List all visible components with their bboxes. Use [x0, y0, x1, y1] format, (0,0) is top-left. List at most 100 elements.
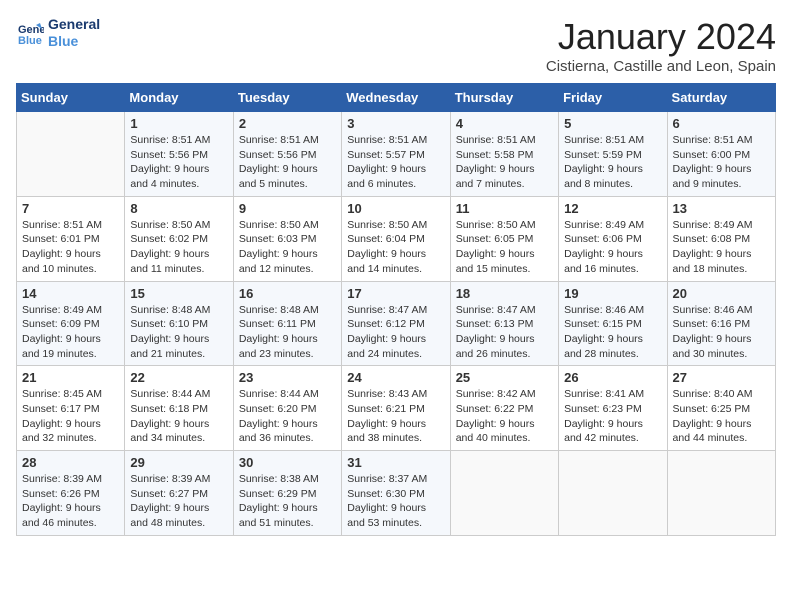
calendar-cell: 11 Sunrise: 8:50 AMSunset: 6:05 PMDayligh… [450, 196, 558, 281]
calendar-cell: 21 Sunrise: 8:45 AMSunset: 6:17 PMDayligh… [17, 366, 125, 451]
calendar-cell: 13Sunrise: 8:49 AMSunset: 6:08 PMDayligh… [667, 196, 775, 281]
calendar-cell: 30Sunrise: 8:38 AMSunset: 6:29 PMDayligh… [233, 451, 341, 536]
weekday-wednesday: Wednesday [342, 84, 450, 112]
calendar-cell: 15Sunrise: 8:48 AMSunset: 6:10 PMDayligh… [125, 281, 233, 366]
day-number: 20 [673, 286, 770, 301]
weekday-monday: Monday [125, 84, 233, 112]
calendar-cell: 6Sunrise: 8:51 AMSunset: 6:00 PMDaylight… [667, 112, 775, 197]
day-info: Sunrise: 8:43 AMSunset: 6:21 PMDaylight:… [347, 387, 444, 446]
day-number: 9 [239, 201, 336, 216]
calendar-week-3: 14 Sunrise: 8:49 AMSunset: 6:09 PMDayligh… [17, 281, 776, 366]
calendar-cell: 9 Sunrise: 8:50 AMSunset: 6:03 PMDaylight… [233, 196, 341, 281]
calendar-cell [559, 451, 667, 536]
day-number: 2 [239, 116, 336, 131]
day-info: Sunrise: 8:46 AMSunset: 6:16 PMDaylight:… [673, 303, 770, 362]
logo-text-blue: Blue [48, 33, 100, 50]
day-info: Sunrise: 8:42 AMSunset: 6:22 PMDaylight:… [456, 387, 553, 446]
calendar-cell: 8Sunrise: 8:50 AMSunset: 6:02 PMDaylight… [125, 196, 233, 281]
calendar-cell: 2 Sunrise: 8:51 AMSunset: 5:56 PMDaylight… [233, 112, 341, 197]
calendar-cell: 7Sunrise: 8:51 AMSunset: 6:01 PMDaylight… [17, 196, 125, 281]
day-info: Sunrise: 8:45 AMSunset: 6:17 PMDaylight:… [22, 387, 119, 446]
weekday-tuesday: Tuesday [233, 84, 341, 112]
calendar-title: January 2024 [546, 16, 776, 58]
calendar-week-2: 7Sunrise: 8:51 AMSunset: 6:01 PMDaylight… [17, 196, 776, 281]
day-number: 31 [347, 455, 444, 470]
day-info: Sunrise: 8:51 AMSunset: 5:56 PMDaylight:… [239, 133, 336, 192]
day-number: 27 [673, 370, 770, 385]
day-number: 15 [130, 286, 227, 301]
logo-icon: General Blue [16, 19, 44, 47]
day-info: Sunrise: 8:50 AMSunset: 6:03 PMDaylight:… [239, 218, 336, 277]
logo-text-general: General [48, 16, 100, 33]
calendar-cell: 14 Sunrise: 8:49 AMSunset: 6:09 PMDayligh… [17, 281, 125, 366]
day-number: 1 [130, 116, 227, 131]
calendar-cell: 24 Sunrise: 8:43 AMSunset: 6:21 PMDayligh… [342, 366, 450, 451]
day-info: Sunrise: 8:39 AMSunset: 6:27 PMDaylight:… [130, 472, 227, 531]
calendar-body: 1 Sunrise: 8:51 AMSunset: 5:56 PMDaylight… [17, 112, 776, 536]
calendar-cell: 25 Sunrise: 8:42 AMSunset: 6:22 PMDayligh… [450, 366, 558, 451]
calendar-cell [17, 112, 125, 197]
day-info: Sunrise: 8:48 AMSunset: 6:11 PMDaylight:… [239, 303, 336, 362]
calendar-cell: 10Sunrise: 8:50 AMSunset: 6:04 PMDayligh… [342, 196, 450, 281]
calendar-cell [450, 451, 558, 536]
day-number: 23 [239, 370, 336, 385]
calendar-cell: 28 Sunrise: 8:39 AMSunset: 6:26 PMDayligh… [17, 451, 125, 536]
day-number: 10 [347, 201, 444, 216]
day-number: 4 [456, 116, 553, 131]
day-number: 12 [564, 201, 661, 216]
day-number: 19 [564, 286, 661, 301]
day-number: 6 [673, 116, 770, 131]
day-number: 3 [347, 116, 444, 131]
day-number: 26 [564, 370, 661, 385]
calendar-cell: 27Sunrise: 8:40 AMSunset: 6:25 PMDayligh… [667, 366, 775, 451]
day-info: Sunrise: 8:51 AMSunset: 5:57 PMDaylight:… [347, 133, 444, 192]
day-info: Sunrise: 8:51 AMSunset: 5:56 PMDaylight:… [130, 133, 227, 192]
weekday-friday: Friday [559, 84, 667, 112]
day-number: 14 [22, 286, 119, 301]
calendar-week-1: 1 Sunrise: 8:51 AMSunset: 5:56 PMDaylight… [17, 112, 776, 197]
day-info: Sunrise: 8:47 AMSunset: 6:12 PMDaylight:… [347, 303, 444, 362]
day-number: 25 [456, 370, 553, 385]
weekday-thursday: Thursday [450, 84, 558, 112]
day-number: 30 [239, 455, 336, 470]
day-number: 24 [347, 370, 444, 385]
day-info: Sunrise: 8:50 AMSunset: 6:05 PMDaylight:… [456, 218, 553, 277]
calendar-cell: 4 Sunrise: 8:51 AMSunset: 5:58 PMDaylight… [450, 112, 558, 197]
svg-text:Blue: Blue [18, 35, 42, 47]
day-info: Sunrise: 8:51 AMSunset: 5:58 PMDaylight:… [456, 133, 553, 192]
calendar-cell: 12 Sunrise: 8:49 AMSunset: 6:06 PMDayligh… [559, 196, 667, 281]
day-info: Sunrise: 8:37 AMSunset: 6:30 PMDaylight:… [347, 472, 444, 531]
calendar-cell: 20 Sunrise: 8:46 AMSunset: 6:16 PMDayligh… [667, 281, 775, 366]
calendar-week-4: 21 Sunrise: 8:45 AMSunset: 6:17 PMDayligh… [17, 366, 776, 451]
calendar-cell: 16Sunrise: 8:48 AMSunset: 6:11 PMDayligh… [233, 281, 341, 366]
weekday-saturday: Saturday [667, 84, 775, 112]
day-number: 11 [456, 201, 553, 216]
calendar-cell: 19 Sunrise: 8:46 AMSunset: 6:15 PMDayligh… [559, 281, 667, 366]
title-area: January 2024 Cistierna, Castille and Leo… [546, 16, 776, 75]
calendar-cell: 3 Sunrise: 8:51 AMSunset: 5:57 PMDaylight… [342, 112, 450, 197]
day-number: 21 [22, 370, 119, 385]
day-info: Sunrise: 8:49 AMSunset: 6:06 PMDaylight:… [564, 218, 661, 277]
weekday-sunday: Sunday [17, 84, 125, 112]
page-header: General Blue General Blue January 2024 C… [16, 16, 776, 75]
day-number: 7 [22, 201, 119, 216]
day-number: 5 [564, 116, 661, 131]
calendar-cell: 23Sunrise: 8:44 AMSunset: 6:20 PMDayligh… [233, 366, 341, 451]
calendar-week-5: 28 Sunrise: 8:39 AMSunset: 6:26 PMDayligh… [17, 451, 776, 536]
day-info: Sunrise: 8:46 AMSunset: 6:15 PMDaylight:… [564, 303, 661, 362]
day-number: 22 [130, 370, 227, 385]
day-info: Sunrise: 8:39 AMSunset: 6:26 PMDaylight:… [22, 472, 119, 531]
day-info: Sunrise: 8:41 AMSunset: 6:23 PMDaylight:… [564, 387, 661, 446]
day-number: 18 [456, 286, 553, 301]
calendar-subtitle: Cistierna, Castille and Leon, Spain [546, 58, 776, 75]
calendar-cell: 5Sunrise: 8:51 AMSunset: 5:59 PMDaylight… [559, 112, 667, 197]
day-info: Sunrise: 8:49 AMSunset: 6:09 PMDaylight:… [22, 303, 119, 362]
day-info: Sunrise: 8:49 AMSunset: 6:08 PMDaylight:… [673, 218, 770, 277]
day-info: Sunrise: 8:44 AMSunset: 6:18 PMDaylight:… [130, 387, 227, 446]
calendar-cell: 26 Sunrise: 8:41 AMSunset: 6:23 PMDayligh… [559, 366, 667, 451]
day-info: Sunrise: 8:47 AMSunset: 6:13 PMDaylight:… [456, 303, 553, 362]
day-number: 28 [22, 455, 119, 470]
weekday-header-row: SundayMondayTuesdayWednesdayThursdayFrid… [17, 84, 776, 112]
calendar-cell: 29Sunrise: 8:39 AMSunset: 6:27 PMDayligh… [125, 451, 233, 536]
calendar-cell: 1 Sunrise: 8:51 AMSunset: 5:56 PMDaylight… [125, 112, 233, 197]
